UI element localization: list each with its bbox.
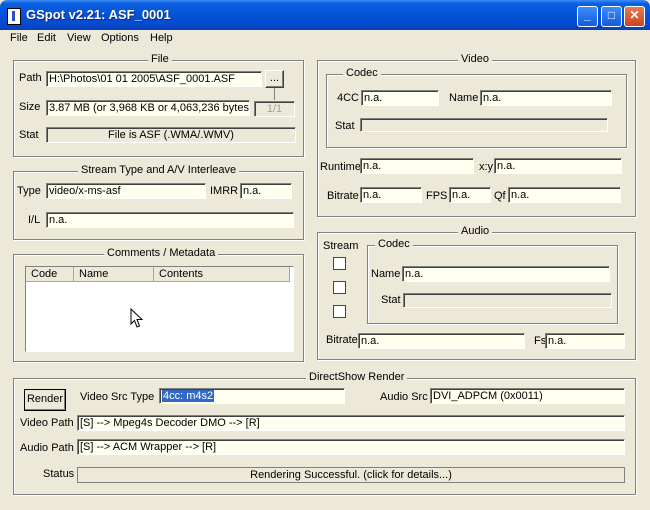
type-field: video/x-ms-asf xyxy=(46,183,206,199)
runtime-field: n.a. xyxy=(360,158,474,174)
path-field[interactable]: H:\Photos\01 01 2005\ASF_0001.ASF xyxy=(46,71,262,87)
audio-path-field: [S] --> ACM Wrapper --> [R] xyxy=(77,439,625,455)
video-name-field: n.a. xyxy=(480,90,612,106)
file-stat-field: File is ASF (.WMA/.WMV) xyxy=(46,127,296,143)
menu-options[interactable]: Options xyxy=(101,32,139,44)
column-contents[interactable]: Contents xyxy=(154,267,290,282)
part-indicator: 1/1 xyxy=(254,101,295,117)
audio-codec-group: Codec Name n.a. Stat xyxy=(367,238,618,324)
directshow-group: DirectShow Render Render Video Src Type … xyxy=(13,371,636,495)
audio-name-label: Name xyxy=(371,268,401,280)
status-field[interactable]: Rendering Successful. (click for details… xyxy=(77,467,625,483)
browse-button[interactable]: ... xyxy=(265,70,284,88)
fs-field: n.a. xyxy=(545,333,625,349)
imrr-label: IMRR xyxy=(210,185,239,197)
menu-help[interactable]: Help xyxy=(150,32,173,44)
column-name[interactable]: Name xyxy=(74,267,154,282)
fourcc-label: 4CC xyxy=(337,92,360,104)
xy-field: n.a. xyxy=(494,158,622,174)
window-title: GSpot v2.21: ASF_0001 xyxy=(26,7,171,22)
audio-bitrate-field: n.a. xyxy=(358,333,525,349)
menu-bar: File Edit View Options Help xyxy=(0,30,650,48)
stream-label: Stream xyxy=(323,240,359,252)
connector-line xyxy=(274,88,275,100)
maximize-button[interactable]: □ xyxy=(601,6,622,27)
video-path-field: [S] --> Mpeg4s Decoder DMO --> [R] xyxy=(77,415,625,431)
comments-group: Comments / Metadata Code Name Contents xyxy=(13,247,304,362)
video-legend: Video xyxy=(458,53,492,65)
audio-path-label: Audio Path xyxy=(20,442,74,454)
type-label: Type xyxy=(17,185,41,197)
video-codec-legend: Codec xyxy=(343,67,381,79)
audio-stat-label: Stat xyxy=(381,294,401,306)
video-src-type-field[interactable]: 4cc: m4s2 xyxy=(159,388,345,404)
video-group: Video Codec 4CC n.a. Name n.a. Stat Runt… xyxy=(317,53,636,217)
size-label: Size xyxy=(19,101,41,113)
stream-legend: Stream Type and A/V Interleave xyxy=(78,164,240,176)
metadata-list[interactable]: Code Name Contents xyxy=(25,266,294,352)
audio-stat-field xyxy=(403,293,612,308)
menu-edit[interactable]: Edit xyxy=(37,32,56,44)
audio-name-field: n.a. xyxy=(402,266,610,282)
audio-stream-1-checkbox[interactable] xyxy=(333,257,346,270)
app-icon[interactable] xyxy=(7,8,21,25)
stat-label: Stat xyxy=(19,129,39,141)
column-code[interactable]: Code xyxy=(26,267,74,282)
audio-src-field: DVI_ADPCM (0x0011) xyxy=(430,388,625,404)
video-codec-group: Codec 4CC n.a. Name n.a. Stat xyxy=(326,67,627,148)
fps-field: n.a. xyxy=(449,187,491,203)
menu-view[interactable]: View xyxy=(67,32,91,44)
audio-src-label: Audio Src xyxy=(380,391,428,403)
status-label: Status xyxy=(43,468,75,480)
audio-codec-legend: Codec xyxy=(375,238,413,250)
audio-legend: Audio xyxy=(458,225,493,237)
video-path-label: Video Path xyxy=(20,417,74,429)
audio-group: Audio Stream Codec Name n.a. Stat Bitrat… xyxy=(317,225,636,360)
video-stat-label: Stat xyxy=(335,120,355,132)
directshow-legend: DirectShow Render xyxy=(306,371,408,383)
render-button[interactable]: Render xyxy=(24,389,66,411)
imrr-field: n.a. xyxy=(240,183,292,199)
comments-legend: Comments / Metadata xyxy=(104,247,219,259)
file-group: File Path H:\Photos\01 01 2005\ASF_0001.… xyxy=(13,53,304,157)
audio-stream-3-checkbox[interactable] xyxy=(333,305,346,318)
title-bar[interactable]: GSpot v2.21: ASF_0001 _ □ ✕ xyxy=(0,0,650,30)
mouse-cursor-icon xyxy=(130,308,144,328)
video-src-type-value: 4cc: m4s2 xyxy=(162,390,215,402)
fps-label: FPS xyxy=(426,190,448,202)
il-field: n.a. xyxy=(46,212,294,228)
video-bitrate-field: n.a. xyxy=(360,187,422,203)
close-button[interactable]: ✕ xyxy=(624,6,645,27)
file-legend: File xyxy=(148,53,172,65)
qf-label: Qf xyxy=(494,190,506,202)
menu-file[interactable]: File xyxy=(10,32,28,44)
audio-bitrate-label: Bitrate xyxy=(326,334,358,346)
size-field: 3.87 MB (or 3,968 KB or 4,063,236 bytes) xyxy=(46,100,250,116)
qf-field: n.a. xyxy=(508,187,621,203)
video-stat-field xyxy=(360,118,608,132)
stream-type-group: Stream Type and A/V Interleave Type vide… xyxy=(13,164,304,240)
video-src-type-label: Video Src Type xyxy=(80,391,155,403)
path-label: Path xyxy=(19,72,42,84)
video-bitrate-label: Bitrate xyxy=(327,190,359,202)
fourcc-field: n.a. xyxy=(361,90,439,106)
il-label: I/L xyxy=(28,214,41,226)
xy-label: x:y xyxy=(479,161,494,173)
minimize-button[interactable]: _ xyxy=(577,6,598,27)
runtime-label: Runtime xyxy=(320,161,361,173)
audio-stream-2-checkbox[interactable] xyxy=(333,281,346,294)
video-name-label: Name xyxy=(449,92,479,104)
